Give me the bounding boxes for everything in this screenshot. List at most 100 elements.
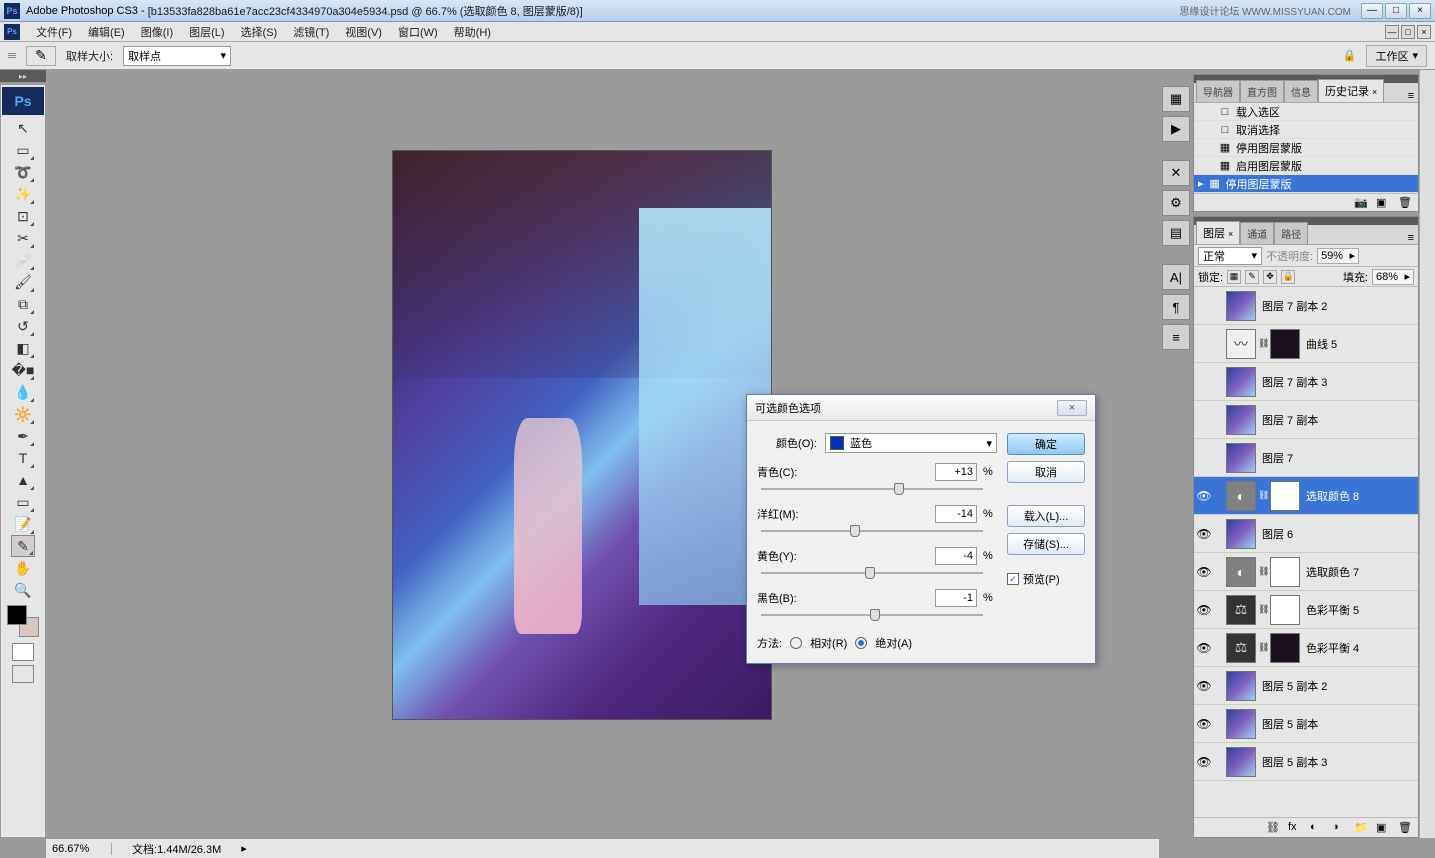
visibility-toggle[interactable]: 👁 xyxy=(1196,488,1212,504)
screen-mode-button[interactable] xyxy=(12,665,34,683)
tab-histogram[interactable]: 直方图 xyxy=(1240,80,1284,102)
new-document-from-state-icon[interactable]: 📷 xyxy=(1354,196,1368,210)
tools-icon[interactable]: ✕ xyxy=(1162,160,1190,186)
layer-row[interactable]: 👁 ⚖ ⛓ 色彩平衡 4 xyxy=(1194,629,1418,667)
visibility-toggle[interactable]: 👁 xyxy=(1196,564,1212,580)
styles-icon[interactable]: ≡ xyxy=(1162,324,1190,350)
history-item[interactable]: □取消选择 xyxy=(1194,121,1418,139)
layer-thumbnail[interactable] xyxy=(1226,747,1256,777)
magic-wand-tool[interactable]: ✨ xyxy=(11,183,35,205)
mask-thumbnail[interactable] xyxy=(1270,557,1300,587)
mask-thumbnail[interactable] xyxy=(1270,595,1300,625)
layer-group-icon[interactable]: 📁 xyxy=(1354,821,1368,835)
menu-view[interactable]: 视图(V) xyxy=(337,22,390,42)
lock-all-icon[interactable]: 🔒 xyxy=(1281,270,1295,284)
delete-layer-icon[interactable]: 🗑 xyxy=(1398,821,1412,835)
ok-button[interactable]: 确定 xyxy=(1007,433,1085,455)
link-icon[interactable]: ⛓ xyxy=(1258,490,1268,501)
tab-navigator[interactable]: 导航器 xyxy=(1196,80,1240,102)
gradient-tool[interactable]: �■ xyxy=(11,359,35,381)
tab-channels[interactable]: 通道 xyxy=(1240,222,1274,244)
layer-name[interactable]: 色彩平衡 5 xyxy=(1302,602,1416,618)
layer-style-icon[interactable]: fx xyxy=(1288,821,1302,835)
adjustment-layer-icon[interactable]: ◑ xyxy=(1332,821,1346,835)
layer-name[interactable]: 图层 7 副本 3 xyxy=(1258,374,1416,390)
menu-edit[interactable]: 编辑(E) xyxy=(80,22,133,42)
visibility-toggle[interactable] xyxy=(1196,450,1212,466)
doc-minimize-button[interactable]: — xyxy=(1385,25,1399,39)
healing-brush-tool[interactable]: 🩹 xyxy=(11,249,35,271)
preview-checkbox[interactable]: ✓ xyxy=(1007,573,1019,585)
visibility-toggle[interactable] xyxy=(1196,336,1212,352)
blend-mode-select[interactable]: 正常▾ xyxy=(1198,247,1262,265)
link-icon[interactable]: ⛓ xyxy=(1258,338,1268,349)
menu-image[interactable]: 图像(I) xyxy=(133,22,181,42)
dialog-titlebar[interactable]: 可选颜色选项 × xyxy=(747,395,1095,421)
visibility-toggle[interactable] xyxy=(1196,298,1212,314)
clone-stamp-tool[interactable]: ⧉ xyxy=(11,293,35,315)
zoom-level[interactable]: 66.67% xyxy=(52,843,112,855)
blur-tool[interactable]: 💧 xyxy=(11,381,35,403)
yellow-input[interactable] xyxy=(935,547,977,565)
magenta-slider[interactable] xyxy=(761,525,983,537)
notes-tool[interactable]: 📝 xyxy=(11,513,35,535)
layer-row[interactable]: 👁 图层 5 副本 xyxy=(1194,705,1418,743)
mask-thumbnail[interactable] xyxy=(1270,329,1300,359)
absolute-label[interactable]: 绝对(A) xyxy=(875,635,912,651)
menu-filter[interactable]: 滤镜(T) xyxy=(285,22,337,42)
layer-name[interactable]: 曲线 5 xyxy=(1302,336,1416,352)
layer-name[interactable]: 选取颜色 8 xyxy=(1302,488,1416,504)
lasso-tool[interactable]: ➰ xyxy=(11,161,35,183)
relative-radio[interactable] xyxy=(790,637,802,649)
layer-name[interactable]: 图层 5 副本 2 xyxy=(1258,678,1416,694)
tool-preset-picker[interactable]: ✎ xyxy=(26,46,56,66)
swatches-icon[interactable]: ▤ xyxy=(1162,220,1190,246)
layer-thumbnail[interactable] xyxy=(1226,291,1256,321)
save-button[interactable]: 存储(S)... xyxy=(1007,533,1085,555)
sample-size-select[interactable]: 取样点 ▾ xyxy=(123,46,231,66)
menu-file[interactable]: 文件(F) xyxy=(28,22,80,42)
minimize-button[interactable]: — xyxy=(1361,3,1383,19)
visibility-toggle[interactable]: 👁 xyxy=(1196,678,1212,694)
marquee-tool[interactable]: ▭ xyxy=(11,139,35,161)
layer-name[interactable]: 图层 5 副本 3 xyxy=(1258,754,1416,770)
relative-label[interactable]: 相对(R) xyxy=(810,635,847,651)
brushes-icon[interactable]: ⚙ xyxy=(1162,190,1190,216)
black-input[interactable] xyxy=(935,589,977,607)
layer-thumbnail[interactable] xyxy=(1226,519,1256,549)
move-tool[interactable]: ↖ xyxy=(11,117,35,139)
layer-thumbnail[interactable] xyxy=(1226,367,1256,397)
lock-icon[interactable]: 🔒 xyxy=(1343,49,1357,62)
panel-menu-icon[interactable]: ≡ xyxy=(1404,90,1418,102)
dodge-tool[interactable]: 🔆 xyxy=(11,403,35,425)
cyan-input[interactable] xyxy=(935,463,977,481)
layer-row[interactable]: 〰 ⛓ 曲线 5 xyxy=(1194,325,1418,363)
foreground-color[interactable] xyxy=(7,605,27,625)
eraser-tool[interactable]: ◧ xyxy=(11,337,35,359)
pen-tool[interactable]: ✒ xyxy=(11,425,35,447)
type-tool[interactable]: T xyxy=(11,447,35,469)
panel-scrollbar[interactable] xyxy=(1419,70,1435,838)
layer-name[interactable]: 图层 7 副本 xyxy=(1258,412,1416,428)
play-icon[interactable]: ▶ xyxy=(1162,116,1190,142)
link-icon[interactable]: ⛓ xyxy=(1258,642,1268,653)
path-selection-tool[interactable]: ▲ xyxy=(11,469,35,491)
layer-row[interactable]: 图层 7 副本 xyxy=(1194,401,1418,439)
history-item[interactable]: □载入选区 xyxy=(1194,103,1418,121)
layer-name[interactable]: 图层 6 xyxy=(1258,526,1416,542)
visibility-toggle[interactable]: 👁 xyxy=(1196,716,1212,732)
visibility-toggle[interactable] xyxy=(1196,374,1212,390)
tab-info[interactable]: 信息 xyxy=(1284,80,1318,102)
visibility-toggle[interactable]: 👁 xyxy=(1196,640,1212,656)
layer-row[interactable]: 👁 ◐ ⛓ 选取颜色 7 xyxy=(1194,553,1418,591)
visibility-toggle[interactable]: 👁 xyxy=(1196,754,1212,770)
layer-row[interactable]: 👁 图层 6 xyxy=(1194,515,1418,553)
visibility-toggle[interactable] xyxy=(1196,412,1212,428)
layer-row[interactable]: 图层 7 副本 2 xyxy=(1194,287,1418,325)
doc-info[interactable]: 文档:1.44M/26.3M xyxy=(132,841,221,857)
link-icon[interactable]: ⛓ xyxy=(1258,604,1268,615)
doc-close-button[interactable]: × xyxy=(1417,25,1431,39)
crop-tool[interactable]: ⊡ xyxy=(11,205,35,227)
layer-row[interactable]: 👁 ◐ ⛓ 选取颜色 8 xyxy=(1194,477,1418,515)
menu-layer[interactable]: 图层(L) xyxy=(181,22,232,42)
